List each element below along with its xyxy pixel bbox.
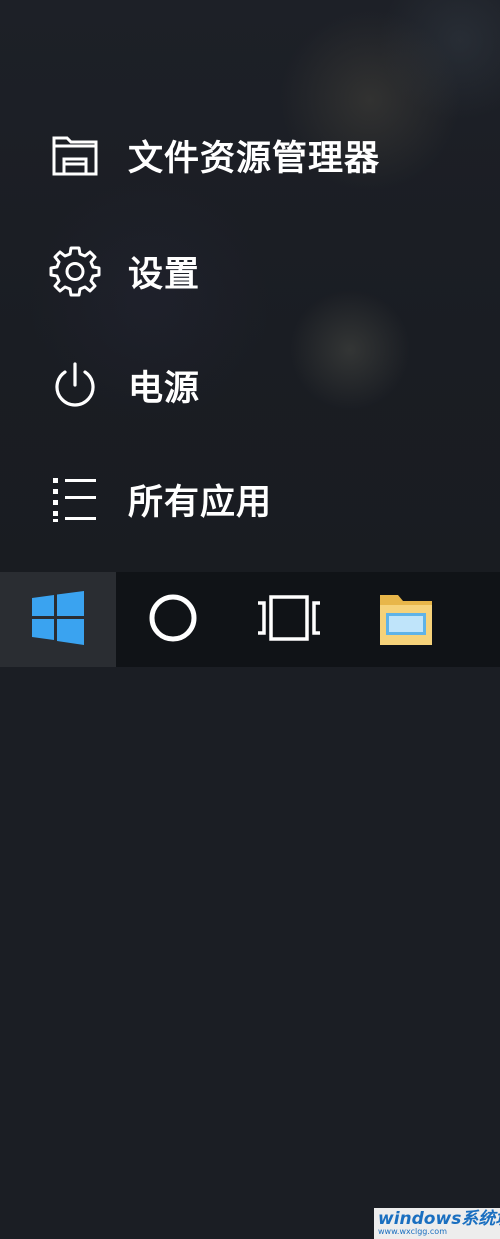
menu-item-label: 所有应用 [128,482,273,523]
file-explorer-taskbar-button[interactable] [356,572,456,667]
watermark: windows系统城 www.wxclgg.com [374,1208,500,1239]
start-menu: 文件资源管理器 设置 电源 所有应用 [0,0,500,572]
watermark-url: www.wxclgg.com [378,1226,447,1236]
watermark-title: windows系统城 [378,1208,500,1229]
menu-item-all-apps[interactable]: 所有应用 [48,464,468,534]
task-view-button[interactable] [230,572,348,667]
cortana-button[interactable] [118,572,228,667]
windows-logo-icon [30,590,86,650]
file-explorer-icon [48,128,102,182]
menu-item-settings[interactable]: 设置 [48,236,468,306]
taskbar: windows系统城 www.wxclgg.com [0,572,500,1239]
gear-icon [48,244,102,298]
all-apps-list-icon [48,472,102,526]
task-view-icon [254,593,324,647]
folder-icon [376,583,436,657]
start-button[interactable] [0,572,116,667]
menu-item-label: 电源 [128,368,201,409]
menu-item-power[interactable]: 电源 [48,350,468,420]
cortana-circle-icon [146,591,200,649]
menu-item-file-explorer[interactable]: 文件资源管理器 [48,120,468,190]
menu-item-label: 文件资源管理器 [128,138,381,179]
power-icon [48,358,102,412]
menu-item-label: 设置 [128,254,201,295]
